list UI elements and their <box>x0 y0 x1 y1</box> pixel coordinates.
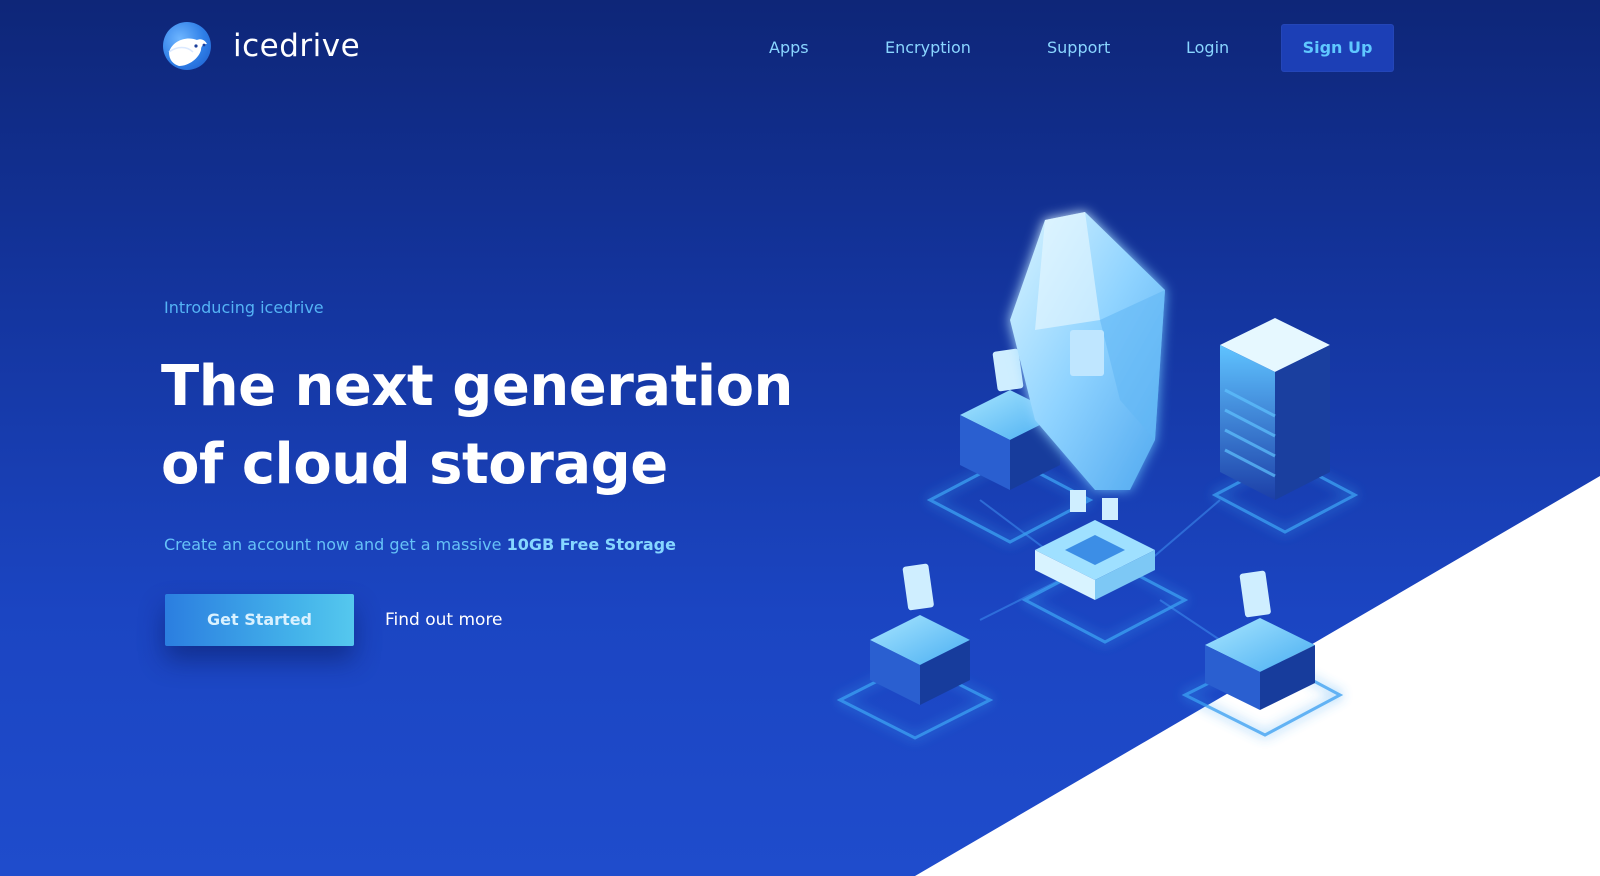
hero-subline: Create an account now and get a massive … <box>164 535 676 554</box>
hero-headline-line-1: The next generation <box>161 354 793 419</box>
hero-intro: Introducing icedrive <box>164 298 324 317</box>
hero-headline: The next generation of cloud storage <box>161 348 801 504</box>
brand-logo-link[interactable]: icedrive <box>163 22 360 70</box>
cloud-storage-ice-crystal-servers-illustration <box>836 212 1359 740</box>
get-started-button[interactable]: Get Started <box>165 594 354 646</box>
brand-name: icedrive <box>233 28 361 64</box>
nav-apps-link[interactable]: Apps <box>769 24 809 72</box>
hero-headline-line-2: of cloud storage <box>161 432 668 497</box>
sign-up-button[interactable]: Sign Up <box>1281 24 1394 72</box>
polar-bear-logo-icon <box>163 22 211 70</box>
hero-subline-text: Create an account now and get a massive <box>164 535 507 554</box>
nav-support-link[interactable]: Support <box>1047 24 1110 72</box>
nav-encryption-link[interactable]: Encryption <box>885 24 971 72</box>
nav-login-link[interactable]: Login <box>1186 24 1229 72</box>
find-out-more-link[interactable]: Find out more <box>385 594 503 646</box>
free-storage-highlight: 10GB Free Storage <box>506 535 676 554</box>
site-header: icedrive Apps Encryption Support Login S… <box>0 0 1600 96</box>
